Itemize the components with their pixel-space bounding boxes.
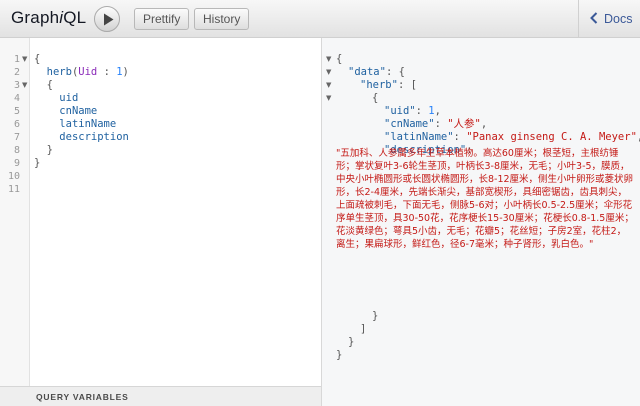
fold-toggle-icon[interactable]: ▼ — [326, 66, 331, 79]
play-icon — [104, 13, 114, 26]
result-line: { — [372, 92, 379, 104]
result-line: "uid": 1, — [384, 105, 441, 117]
docs-button[interactable]: Docs — [578, 0, 640, 37]
query-field: herb — [46, 66, 72, 78]
line-number: 5 — [13, 106, 20, 117]
line-number: 10 — [7, 171, 20, 182]
selection-field: cnName — [59, 105, 98, 117]
line-number: 7 — [13, 132, 20, 143]
query-editor[interactable]: 1 2 3 4 5 6 7 8 9 10 11 ▼ ▼ { herb(Uid :… — [0, 38, 322, 406]
code-line: { — [34, 53, 41, 65]
line-number: 11 — [7, 184, 20, 195]
code-line: cnName — [34, 105, 97, 118]
code-line: } — [34, 157, 41, 169]
fold-toggle-icon[interactable]: ▼ — [22, 53, 27, 66]
line-number: 4 — [13, 93, 20, 104]
selection-field: description — [59, 131, 129, 143]
execute-query-button[interactable] — [94, 6, 120, 32]
fold-toggle-icon[interactable]: ▼ — [22, 79, 27, 92]
code-line: latinName — [34, 118, 116, 131]
code-line: { — [46, 79, 53, 91]
history-button[interactable]: History — [194, 8, 250, 30]
code-line: } — [46, 144, 53, 156]
result-line: { — [336, 53, 343, 65]
result-line: ] — [360, 323, 367, 335]
docs-label: Docs — [604, 12, 633, 26]
cnname-value: "人参" — [447, 118, 481, 130]
code-line: uid — [34, 92, 78, 105]
result-line: "data": { — [348, 66, 405, 78]
result-line: "herb": [ — [360, 79, 417, 91]
chevron-left-icon — [590, 12, 598, 24]
result-pane: ▼ ▼ ▼ ▼ { "data": { "herb": [ { "uid": 1… — [322, 38, 640, 406]
line-number-gutter: 1 2 3 4 5 6 7 8 9 10 11 ▼ ▼ — [0, 38, 30, 386]
line-number: 2 — [13, 67, 20, 78]
result-line: "latinName": "Panax ginseng C. A. Meyer"… — [384, 131, 640, 143]
prettify-button[interactable]: Prettify — [134, 8, 190, 30]
result-line: "cnName": "人参", — [384, 118, 488, 130]
argument-name: Uid — [78, 66, 98, 78]
selection-field: uid — [59, 92, 79, 104]
result-line: } — [336, 349, 343, 361]
line-number: 1 — [13, 54, 20, 65]
line-number: 3 — [13, 80, 20, 91]
result-line: } — [372, 310, 379, 322]
line-number: 8 — [13, 145, 20, 156]
line-number: 9 — [13, 158, 20, 169]
fold-toggle-icon[interactable]: ▼ — [326, 92, 331, 105]
latinname-value: "Panax ginseng C. A. Meyer" — [466, 131, 637, 143]
uid-value: 1 — [428, 105, 435, 117]
fold-toggle-icon[interactable]: ▼ — [326, 79, 331, 92]
description-value: "五加科、人参属多年生草本植物。高达60厘米；根茎短，主根纺锤形；掌状复叶3-6… — [336, 148, 634, 250]
line-number: 6 — [13, 119, 20, 130]
code-line: description — [34, 131, 129, 144]
selection-field: latinName — [59, 118, 117, 130]
fold-toggle-icon[interactable]: ▼ — [326, 53, 331, 66]
query-variables-toggle[interactable]: QUERY VARIABLES — [0, 386, 321, 406]
toolbar: GraphiQL Prettify History Docs — [0, 0, 640, 38]
graphiql-logo: GraphiQL — [11, 8, 87, 27]
result-line: } — [348, 336, 355, 348]
code-line: herb(Uid : 1) — [46, 66, 129, 78]
